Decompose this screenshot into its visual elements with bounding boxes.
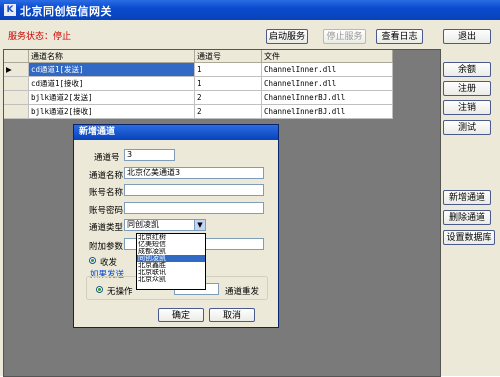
stop-service-button[interactable]: 停止服务: [323, 29, 366, 44]
channel-type-value: 同创凌凯: [127, 220, 159, 229]
database-settings-button[interactable]: 设置数据库: [443, 230, 495, 245]
title-bar[interactable]: K 北京同创短信网关: [0, 0, 500, 20]
dropdown-option[interactable]: 北京红树: [137, 234, 205, 241]
account-name-label: 账号名称: [89, 188, 124, 198]
column-header-file[interactable]: 文件: [261, 50, 393, 63]
row-indicator-header: [4, 50, 29, 63]
radio-no-operation-label: 无操作: [107, 287, 133, 297]
table-row[interactable]: ▶ cd通道1[发送] 1 ChannelInner.dll: [4, 62, 393, 77]
channel-type-label: 通道类型: [89, 223, 124, 233]
row-indicator: [4, 104, 29, 119]
cell-channel-name[interactable]: cd通道1[发送]: [28, 62, 195, 77]
cell-channel-name[interactable]: bjlk通道2[发送]: [28, 90, 195, 105]
logout-button[interactable]: 注销: [443, 100, 491, 115]
app-icon: K: [4, 4, 16, 16]
test-button[interactable]: 测试: [443, 120, 491, 135]
cell-channel-number[interactable]: 1: [194, 76, 262, 91]
cell-channel-number[interactable]: 2: [194, 90, 262, 105]
delete-channel-button[interactable]: 删除通道: [443, 210, 491, 225]
redial-label: 通道重发: [225, 287, 260, 297]
channel-type-dropdown-list[interactable]: 北京红树 亿美短信 成都凌凯 同创凌凯 北京鑫胜 北京联讯 北京众凯: [136, 233, 206, 290]
exit-button[interactable]: 退出: [443, 29, 491, 44]
row-indicator: [4, 76, 29, 91]
channel-name-input[interactable]: 北京亿美通道3: [124, 167, 264, 179]
table-row[interactable]: bjlk通道2[发送] 2 ChannelInnerBJ.dll: [4, 90, 393, 105]
service-status: 服务状态：停止: [8, 32, 72, 42]
account-name-input[interactable]: [124, 184, 264, 196]
cell-channel-number[interactable]: 1: [194, 62, 262, 77]
row-indicator: [4, 90, 29, 105]
balance-button[interactable]: 余额: [443, 62, 491, 77]
cell-file[interactable]: ChannelInner.dll: [261, 62, 393, 77]
dropdown-option[interactable]: 北京鑫胜: [137, 262, 205, 269]
channel-name-label: 通道名称: [89, 171, 124, 181]
grid-header-row: 通道名称 通道号 文件: [4, 50, 393, 63]
chevron-down-icon[interactable]: ▼: [194, 220, 205, 230]
radio-send-receive-label: 收发: [100, 258, 118, 268]
cell-channel-name[interactable]: cd通道1[接收]: [28, 76, 195, 91]
view-log-button[interactable]: 查看日志: [376, 29, 423, 44]
channel-type-select[interactable]: 同创凌凯 ▼: [124, 219, 206, 231]
ok-button[interactable]: 确定: [158, 308, 204, 322]
cell-file[interactable]: ChannelInnerBJ.dll: [261, 90, 393, 105]
start-service-button[interactable]: 启动服务: [266, 29, 308, 44]
cell-channel-number[interactable]: 2: [194, 104, 262, 119]
dropdown-option[interactable]: 成都凌凯: [137, 248, 205, 255]
table-row[interactable]: bjlk通道2[接收] 2 ChannelInnerBJ.dll: [4, 104, 393, 119]
dialog-title[interactable]: 新增通道: [74, 125, 278, 140]
cancel-button[interactable]: 取消: [209, 308, 255, 322]
radio-no-operation[interactable]: [96, 286, 103, 293]
cell-file[interactable]: ChannelInnerBJ.dll: [261, 104, 393, 119]
cell-file[interactable]: ChannelInner.dll: [261, 76, 393, 91]
window-title: 北京同创短信网关: [20, 5, 112, 18]
dropdown-option[interactable]: 同创凌凯: [137, 255, 205, 262]
table-row[interactable]: cd通道1[接收] 1 ChannelInner.dll: [4, 76, 393, 91]
row-pointer-icon: ▶: [4, 62, 29, 77]
dropdown-option[interactable]: 亿美短信: [137, 241, 205, 248]
radio-send-receive[interactable]: [89, 257, 96, 264]
column-header-name[interactable]: 通道名称: [28, 50, 195, 63]
dropdown-option[interactable]: 北京众凯: [137, 276, 205, 283]
account-password-label: 账号密码: [89, 206, 124, 216]
extra-params-label: 附加参数: [89, 242, 124, 252]
cell-channel-name[interactable]: bjlk通道2[接收]: [28, 104, 195, 119]
add-channel-button[interactable]: 新增通道: [443, 190, 491, 205]
register-button[interactable]: 注册: [443, 81, 491, 96]
channel-number-label: 通道号: [94, 153, 120, 163]
dropdown-option[interactable]: 北京联讯: [137, 269, 205, 276]
account-password-input[interactable]: [124, 202, 264, 214]
column-header-number[interactable]: 通道号: [194, 50, 262, 63]
channel-number-input[interactable]: 3: [124, 149, 175, 161]
main-window: K 北京同创短信网关 服务状态：停止 启动服务 停止服务 查看日志 退出 通道名…: [0, 0, 500, 377]
